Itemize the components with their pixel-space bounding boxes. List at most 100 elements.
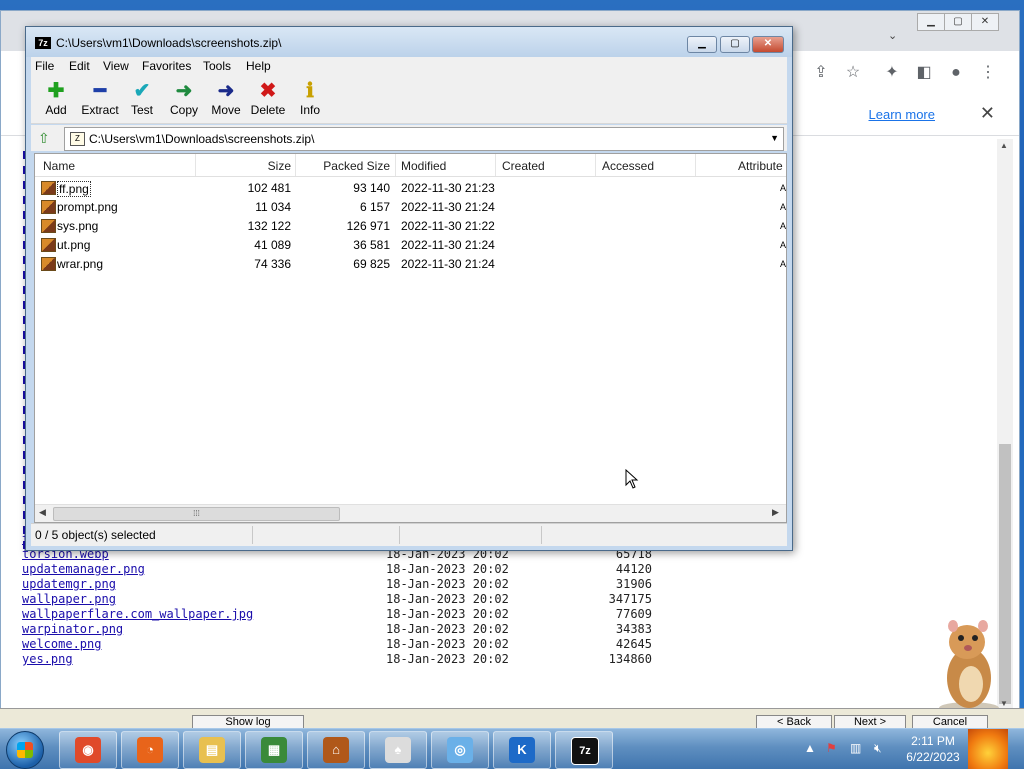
- file-packed-size: 93 140: [353, 181, 390, 195]
- image-file-icon: [41, 181, 56, 195]
- file-name: ff.png: [57, 181, 91, 197]
- taskbar-app-kde[interactable]: K: [493, 731, 551, 769]
- taskbar-app-7zip[interactable]: 7z: [555, 731, 613, 769]
- file-link[interactable]: yes.png: [22, 652, 73, 666]
- column-header-name[interactable]: Name: [43, 159, 75, 173]
- bookmark-star-icon[interactable]: ☆: [843, 63, 863, 83]
- window-title: C:\Users\vm1\Downloads\screenshots.zip\: [56, 36, 282, 50]
- column-header-created[interactable]: Created: [502, 159, 545, 173]
- column-header-packed-size[interactable]: Packed Size: [315, 159, 390, 173]
- column-header-attribute[interactable]: Attribute: [738, 159, 783, 173]
- horizontal-scrollbar[interactable]: ◀ ⁞⁞⁞ ▶: [35, 504, 786, 522]
- delete-icon: ✖: [259, 80, 277, 102]
- column-divider[interactable]: [595, 154, 596, 176]
- close-button[interactable]: ✕: [752, 36, 784, 53]
- column-divider[interactable]: [695, 154, 696, 176]
- column-header-modified[interactable]: Modified: [401, 159, 446, 173]
- file-link[interactable]: warpinator.png: [22, 622, 123, 636]
- taskbar-app-file-explorer[interactable]: ▤: [183, 731, 241, 769]
- file-attribute: A: [780, 221, 787, 231]
- scroll-right-arrow-icon[interactable]: ▶: [772, 507, 779, 518]
- file-link[interactable]: wallpaper.png: [22, 592, 116, 606]
- browser-menu-icon[interactable]: ⋮: [978, 63, 998, 83]
- tab-dropdown-icon[interactable]: ⌄: [888, 29, 897, 42]
- browser-close-button[interactable]: ✕: [971, 13, 999, 31]
- menu-item-view[interactable]: View: [103, 59, 129, 73]
- file-size: 77609: [615, 607, 652, 621]
- infobar-close-icon[interactable]: ✕: [980, 103, 995, 124]
- 7zip-titlebar[interactable]: 7z C:\Users\vm1\Downloads\screenshots.zi…: [26, 27, 792, 57]
- column-divider[interactable]: [195, 154, 196, 176]
- menu-item-edit[interactable]: Edit: [69, 59, 90, 73]
- table-row[interactable]: sys.png 132 122 126 971 2022-11-30 21:22 A: [35, 216, 786, 235]
- share-icon[interactable]: ⇪: [811, 63, 831, 83]
- move-button[interactable]: ➜ Move: [203, 79, 249, 121]
- extensions-icon[interactable]: ✦: [882, 63, 902, 83]
- file-link[interactable]: updatemgr.png: [22, 577, 116, 591]
- horizontal-scroll-thumb[interactable]: ⁞⁞⁞: [53, 507, 340, 521]
- tray-expand-icon[interactable]: ▲: [804, 741, 816, 755]
- minimize-button[interactable]: ▁: [687, 36, 717, 53]
- test-button[interactable]: ✔ Test: [119, 79, 165, 121]
- clock[interactable]: 2:11 PM 6/22/2023: [898, 733, 968, 765]
- delete-button[interactable]: ✖ Delete: [245, 79, 291, 121]
- file-date: 18-Jan-2023 20:02: [386, 607, 509, 621]
- profile-avatar-icon[interactable]: ●: [946, 63, 966, 83]
- toolbar-label: Info: [299, 103, 320, 117]
- taskbar-app-media-player[interactable]: ◎: [431, 731, 489, 769]
- side-panel-icon[interactable]: ◧: [914, 63, 934, 83]
- file-link[interactable]: updatemanager.png: [22, 562, 145, 576]
- file-size: 42645: [615, 637, 652, 651]
- column-divider[interactable]: [295, 154, 296, 176]
- browser-maximize-button[interactable]: ▢: [944, 13, 972, 31]
- add-button[interactable]: ✚ Add: [33, 79, 79, 121]
- action-center-flag-icon[interactable]: ⚑: [826, 741, 837, 755]
- file-link[interactable]: welcome.png: [22, 637, 101, 651]
- toolbar-label: Extract: [81, 103, 119, 117]
- list-item: welcome.png 18-Jan-2023 20:02 42645: [22, 637, 662, 652]
- taskbar-app-system-monitor[interactable]: ▦: [245, 731, 303, 769]
- chevron-down-icon[interactable]: ▼: [770, 133, 779, 143]
- table-row[interactable]: ff.png 102 481 93 140 2022-11-30 21:23 A: [35, 178, 786, 197]
- volume-muted-icon[interactable]: 🔇︎: [874, 741, 882, 756]
- image-file-icon: [41, 200, 56, 214]
- list-item: yes.png 18-Jan-2023 20:02 134860: [22, 652, 662, 667]
- table-row[interactable]: prompt.png 11 034 6 157 2022-11-30 21:24 A: [35, 197, 786, 216]
- scroll-up-arrow-icon[interactable]: ▲: [1000, 141, 1008, 150]
- menu-item-favorites[interactable]: Favorites: [142, 59, 191, 73]
- selection-status: 0 / 5 object(s) selected: [35, 528, 156, 542]
- maximize-button[interactable]: ▢: [720, 36, 750, 53]
- column-divider[interactable]: [495, 154, 496, 176]
- scroll-left-arrow-icon[interactable]: ◀: [39, 507, 46, 518]
- menu-item-help[interactable]: Help: [246, 59, 271, 73]
- table-row[interactable]: ut.png 41 089 36 581 2022-11-30 21:24 A: [35, 235, 786, 254]
- file-list: Name Size Packed Size Modified Created Access…: [34, 153, 787, 523]
- copy-button[interactable]: ➜ Copy: [161, 79, 207, 121]
- hamster-mascot-image: [931, 616, 1006, 716]
- taskbar-app-solitaire[interactable]: ♠: [369, 731, 427, 769]
- address-combobox[interactable]: Z C:\Users\vm1\Downloads\screenshots.zip…: [64, 127, 784, 151]
- info-button[interactable]: ℹ Info: [287, 79, 333, 121]
- column-divider[interactable]: [395, 154, 396, 176]
- extract-icon: ━: [93, 80, 107, 102]
- network-icon[interactable]: ▥: [850, 741, 861, 755]
- extract-button[interactable]: ━ Extract: [77, 79, 123, 121]
- mouse-cursor-icon: [625, 469, 639, 489]
- show-desktop-button[interactable]: [968, 729, 1008, 769]
- folder-up-icon[interactable]: ⇧: [38, 130, 56, 146]
- taskbar-app-firefox[interactable]: ◔: [121, 731, 179, 769]
- taskbar-app-chrome[interactable]: ◉: [59, 731, 117, 769]
- file-link[interactable]: wallpaperflare.com_wallpaper.jpg: [22, 607, 253, 621]
- table-row[interactable]: wrar.png 74 336 69 825 2022-11-30 21:24 A: [35, 254, 786, 273]
- start-button[interactable]: [6, 731, 44, 769]
- menu-item-tools[interactable]: Tools: [203, 59, 231, 73]
- browser-minimize-button[interactable]: ▁: [917, 13, 945, 31]
- column-header-size[interactable]: Size: [235, 159, 291, 173]
- menu-item-file[interactable]: File: [35, 59, 54, 73]
- learn-more-link[interactable]: Learn more: [869, 107, 935, 122]
- image-file-icon: [41, 219, 56, 233]
- file-packed-size: 69 825: [353, 257, 390, 271]
- column-header-accessed[interactable]: Accessed: [602, 159, 654, 173]
- toolbar-label: Test: [130, 103, 153, 117]
- taskbar-app-package-installer[interactable]: ⌂: [307, 731, 365, 769]
